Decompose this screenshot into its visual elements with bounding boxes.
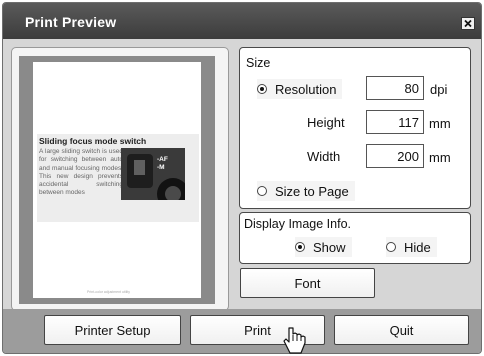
size-to-page-label: Size to Page <box>275 183 349 199</box>
size-group-label: Size <box>246 56 271 70</box>
window-title: Print Preview <box>25 14 117 30</box>
print-preview-window: Print Preview Sliding focus mode switch … <box>2 2 482 354</box>
size-to-page-radio[interactable] <box>257 186 267 196</box>
height-input[interactable] <box>366 110 424 134</box>
resolution-radio-row[interactable]: Resolution <box>257 79 343 99</box>
size-group: Size Resolution dpi Height mm Width mm S… <box>239 47 471 209</box>
preview-frame: Sliding focus mode switch A large slidin… <box>19 56 215 304</box>
preview-footer: Print-color adjustment utility <box>87 290 130 294</box>
hide-radio-row[interactable]: Hide <box>386 237 437 257</box>
display-info-label: Display Image Info. <box>244 217 351 231</box>
preview-page: Sliding focus mode switch A large slidin… <box>33 62 201 298</box>
width-unit: mm <box>429 150 451 165</box>
width-label: Width <box>307 149 341 164</box>
display-info-group: Display Image Info. Show Hide <box>239 212 471 264</box>
width-input[interactable] <box>366 144 424 168</box>
quit-button[interactable]: Quit <box>334 315 469 345</box>
preview-panel: Sliding focus mode switch A large slidin… <box>11 47 229 311</box>
preview-photo: -AF -M <box>121 148 189 210</box>
preview-content: Sliding focus mode switch A large slidin… <box>37 134 199 222</box>
close-button[interactable] <box>461 17 475 30</box>
close-icon <box>464 19 472 28</box>
font-button[interactable]: Font <box>240 268 375 298</box>
hide-label: Hide <box>404 239 431 255</box>
show-radio[interactable] <box>295 242 305 252</box>
preview-heading: Sliding focus mode switch <box>39 136 147 146</box>
height-label: Height <box>307 115 345 130</box>
hide-radio[interactable] <box>386 242 396 252</box>
camera-switch-image <box>121 148 189 210</box>
title-bar[interactable]: Print Preview <box>3 3 481 39</box>
show-label: Show <box>313 239 346 255</box>
size-to-page-radio-row[interactable]: Size to Page <box>257 181 355 201</box>
printer-setup-button[interactable]: Printer Setup <box>44 315 181 345</box>
resolution-radio[interactable] <box>257 84 267 94</box>
bottom-bar: Printer Setup Print Quit <box>3 309 481 353</box>
show-radio-row[interactable]: Show <box>295 237 352 257</box>
preview-body-text: A large sliding switch is used for switc… <box>39 148 123 197</box>
height-unit: mm <box>429 116 451 131</box>
resolution-unit: dpi <box>430 82 448 97</box>
photo-labels: -AF -M <box>157 156 168 171</box>
mouse-pointer-icon <box>283 327 306 354</box>
resolution-label: Resolution <box>275 81 337 97</box>
resolution-input[interactable] <box>366 76 424 100</box>
